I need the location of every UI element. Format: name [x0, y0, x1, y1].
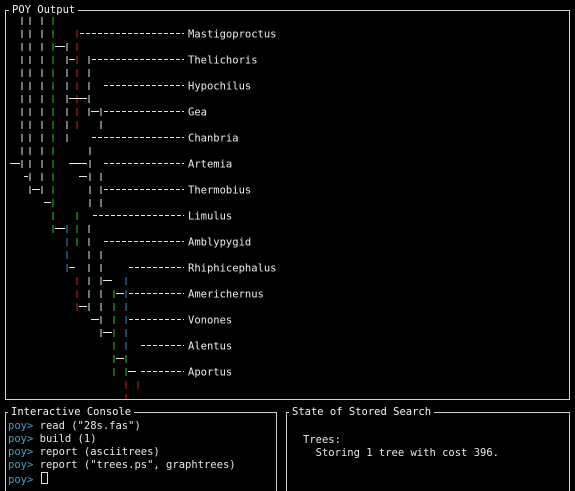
console-line: poy> build (1): [8, 433, 236, 446]
taxon-label: Thermobius: [188, 185, 251, 197]
console-command: build (1): [39, 433, 97, 445]
taxon-label: Mastigoproctus: [188, 29, 277, 41]
interactive-console-panel[interactable]: Interactive Console poy> read ("28s.fas"…: [5, 406, 277, 491]
ascii-tree-view: Mastigoproctus Thelichoris Hypochilus Gea Ch…: [10, 17, 277, 399]
taxon-label: Artemia: [188, 159, 232, 171]
taxon-label: Hypochilus: [188, 81, 251, 93]
console-command: report ("trees.ps", graphtrees): [39, 459, 236, 471]
taxon-label: Aportus: [188, 367, 232, 379]
stored-search-state-panel: State of Stored Search Trees: Storing 1 …: [286, 406, 570, 491]
taxon-label: Gea: [188, 107, 207, 119]
taxon-label: Vonones: [188, 315, 232, 327]
trees-heading: Trees:: [303, 434, 341, 446]
taxon-label: Limulus: [188, 211, 232, 223]
console-prompt: poy>: [8, 420, 34, 432]
taxon-label: Thelichoris: [188, 55, 258, 67]
console-prompt: poy>: [8, 446, 34, 458]
console-prompt: poy>: [8, 459, 34, 471]
console-command: read ("28s.fas"): [39, 420, 141, 432]
text-cursor-icon: [40, 472, 48, 484]
taxon-label: Rhiphicephalus: [188, 263, 277, 275]
taxon-label: Americhernus: [188, 289, 264, 301]
taxon-label: Chanbria: [188, 133, 239, 145]
poy-output-panel[interactable]: POY Output Mastigoproctus Thelichoris Hypo…: [5, 4, 570, 400]
taxon-label: Alentus: [188, 341, 232, 353]
stored-search-state-title: State of Stored Search: [289, 406, 435, 418]
console-line: poy> report ("trees.ps", graphtrees): [8, 459, 236, 472]
taxon-label: Amblypygid: [188, 237, 251, 249]
console-prompt: poy>: [8, 433, 34, 445]
console-input-line[interactable]: poy>: [8, 472, 236, 486]
console-line: poy> report (asciitrees): [8, 446, 236, 459]
console-line: poy> read ("28s.fas"): [8, 420, 236, 433]
console-command: report (asciitrees): [39, 446, 160, 458]
console-prompt: poy>: [8, 474, 34, 486]
stored-search-state-body: Trees: Storing 1 tree with cost 396.: [303, 434, 499, 460]
interactive-console-title: Interactive Console: [8, 406, 135, 418]
stored-tree-status: Storing 1 tree with cost 396.: [315, 447, 499, 459]
